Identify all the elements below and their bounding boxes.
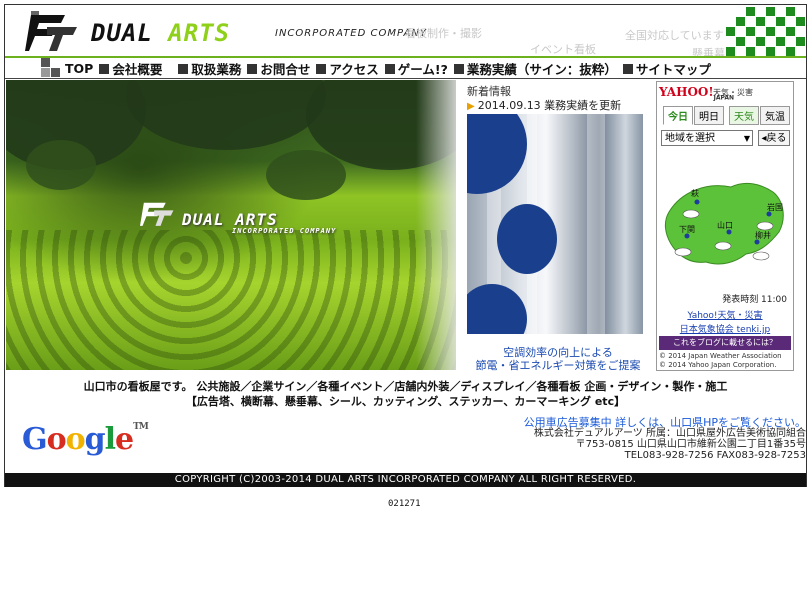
- grid-square: [776, 17, 785, 26]
- nav-sitemap[interactable]: サイトマップ: [622, 59, 711, 78]
- phone-fax: TEL083-928-7256 FAX083-928-7253: [624, 450, 806, 461]
- postal-address: 〒753-0815 山口県山口市維新公園二丁目1番35号: [575, 439, 806, 450]
- square-bullet-icon: [99, 63, 110, 74]
- yahoo-weather-widget: YAHOO!JAPAN 天気・災害 今日 明日 天気 気温 地域を選択 ▼ ◂戻る…: [656, 81, 794, 371]
- grid-square: [776, 37, 785, 46]
- ghost-text-1: 看板制作・撮影: [405, 27, 482, 40]
- yahoo-weather-link[interactable]: Yahoo!天気・災害: [657, 308, 793, 321]
- forecast-time: 発表時刻 11:00: [722, 295, 787, 305]
- news-caption[interactable]: 空調効率の向上による 節電・省エネルギー対策をご提案: [464, 346, 652, 372]
- logo-wordmark[interactable]: DUAL ARTS: [91, 19, 230, 47]
- map-label-yamaguchi: 山口: [717, 220, 733, 230]
- square-bullet-icon: [622, 63, 633, 74]
- square-bullet-icon: [316, 63, 327, 74]
- grid-square: [746, 47, 755, 56]
- grid-square: [786, 47, 795, 56]
- tab-weather[interactable]: 天気: [729, 106, 759, 125]
- tenki-jp-link[interactable]: 日本気象協会 tenki.jp: [657, 322, 793, 335]
- cloud-icon: [752, 251, 770, 261]
- grid-square: [736, 37, 745, 46]
- add-to-blog-button[interactable]: これをブログに載せるには？: [659, 336, 791, 350]
- square-bullet-icon: [247, 63, 258, 74]
- logo-dual: DUAL: [91, 19, 169, 47]
- grid-square: [756, 37, 765, 46]
- grid-square: [746, 27, 755, 36]
- grid-square: [726, 47, 735, 56]
- grid-square: [766, 27, 775, 36]
- news-item-link[interactable]: ▶ 2014.09.13 業務実績を更新: [467, 97, 621, 113]
- news-panel: 新着情報 ▶ 2014.09.13 業務実績を更新 空調効率の向上による 節電・省…: [464, 80, 652, 372]
- tab-tomorrow[interactable]: 明日: [694, 106, 724, 125]
- hero-logo-mark-icon: [140, 202, 174, 226]
- square-bullet-icon: [453, 63, 464, 74]
- company-name: 株式会社デュアルアーツ 所属：山口県屋外広告美術協同組合: [533, 428, 806, 439]
- tab-today[interactable]: 今日: [663, 106, 693, 125]
- map-label-hagi: 萩: [691, 188, 699, 198]
- yamaguchi-map[interactable]: 萩 山口 下関 岩国 柳井: [661, 172, 791, 282]
- grid-square: [766, 47, 775, 56]
- vehicle-ad-notice-link[interactable]: 公用車広告募集中 詳しくは、山口県HPをご覧ください。: [524, 417, 806, 428]
- grid-square: [786, 27, 795, 36]
- cloud-icon: [756, 221, 774, 231]
- triangle-bullet-icon: ▶: [467, 101, 475, 112]
- nav-top[interactable]: TOP: [65, 59, 93, 78]
- site-header: DUAL ARTS INCORPORATED COMPANY 看板制作・撮影 イ…: [5, 5, 806, 57]
- nav-services[interactable]: 取扱業務: [178, 59, 241, 78]
- company-address: 公用車広告募集中 詳しくは、山口県HPをご覧ください。 株式会社デュアルアーツ …: [524, 417, 806, 461]
- grid-square: [766, 7, 775, 16]
- weather-tabs: 今日 明日 天気 気温: [663, 106, 791, 125]
- cloud-icon: [714, 241, 732, 251]
- nav-works[interactable]: 業務実績（サイン：抜粋）: [453, 59, 617, 78]
- chevron-down-icon: ▼: [743, 134, 750, 143]
- map-label-shimonoseki: 下関: [679, 225, 695, 234]
- nav-decoration-icon: [41, 58, 61, 78]
- weather-copyright-1: © 2014 Japan Weather Association: [659, 352, 782, 360]
- grid-square: [746, 7, 755, 16]
- nav-contact[interactable]: お問合せ: [247, 59, 310, 78]
- nav-game[interactable]: ゲーム!?: [384, 59, 448, 78]
- grid-square: [736, 17, 745, 26]
- cloud-icon: [682, 209, 700, 219]
- news-banner-image[interactable]: [467, 114, 643, 334]
- grid-square: [756, 17, 765, 26]
- tab-temperature[interactable]: 気温: [760, 106, 790, 125]
- region-select[interactable]: 地域を選択 ▼: [661, 130, 753, 146]
- visitor-counter: 021271: [388, 499, 421, 509]
- grid-square: [796, 17, 805, 26]
- hero-lawn-photo: DUAL ARTS INCORPORATED COMPANY: [6, 80, 456, 370]
- grid-square: [796, 37, 805, 46]
- green-grid-decoration: [706, 5, 806, 57]
- back-button[interactable]: ◂戻る: [758, 130, 790, 146]
- main-nav: TOP 会社概要 取扱業務 お問合せ アクセス ゲーム!? 業務実績（サイン：抜…: [5, 58, 806, 79]
- weather-copyright-2: © 2014 Yahoo Japan Corporation.: [659, 361, 777, 369]
- grid-square: [786, 7, 795, 16]
- logo-arts: ARTS: [168, 19, 231, 47]
- nav-access[interactable]: アクセス: [316, 59, 379, 78]
- ghost-text-2: イベント看板: [530, 43, 596, 56]
- footer-copyright: COPYRIGHT (C)2003-2014 DUAL ARTS INCORPO…: [5, 473, 806, 487]
- weather-heading: 天気・災害: [713, 88, 753, 97]
- square-bullet-icon: [178, 63, 189, 74]
- map-label-iwakuni: 岩国: [767, 202, 783, 212]
- google-logo[interactable]: GoogleTM: [22, 422, 149, 457]
- dual-arts-logo-icon[interactable]: [25, 9, 81, 53]
- company-tagline: 山口市の看板屋です。 公共施設／企業サイン／各種イベント／店舗内外装／ディスプレ…: [83, 380, 728, 408]
- hero-logo-text: DUAL ARTS INCORPORATED COMPANY: [182, 210, 337, 235]
- grid-square: [726, 27, 735, 36]
- map-label-yanai: 柳井: [755, 230, 771, 240]
- nav-company[interactable]: 会社概要: [99, 59, 162, 78]
- square-bullet-icon: [384, 63, 395, 74]
- cloud-icon: [674, 247, 692, 257]
